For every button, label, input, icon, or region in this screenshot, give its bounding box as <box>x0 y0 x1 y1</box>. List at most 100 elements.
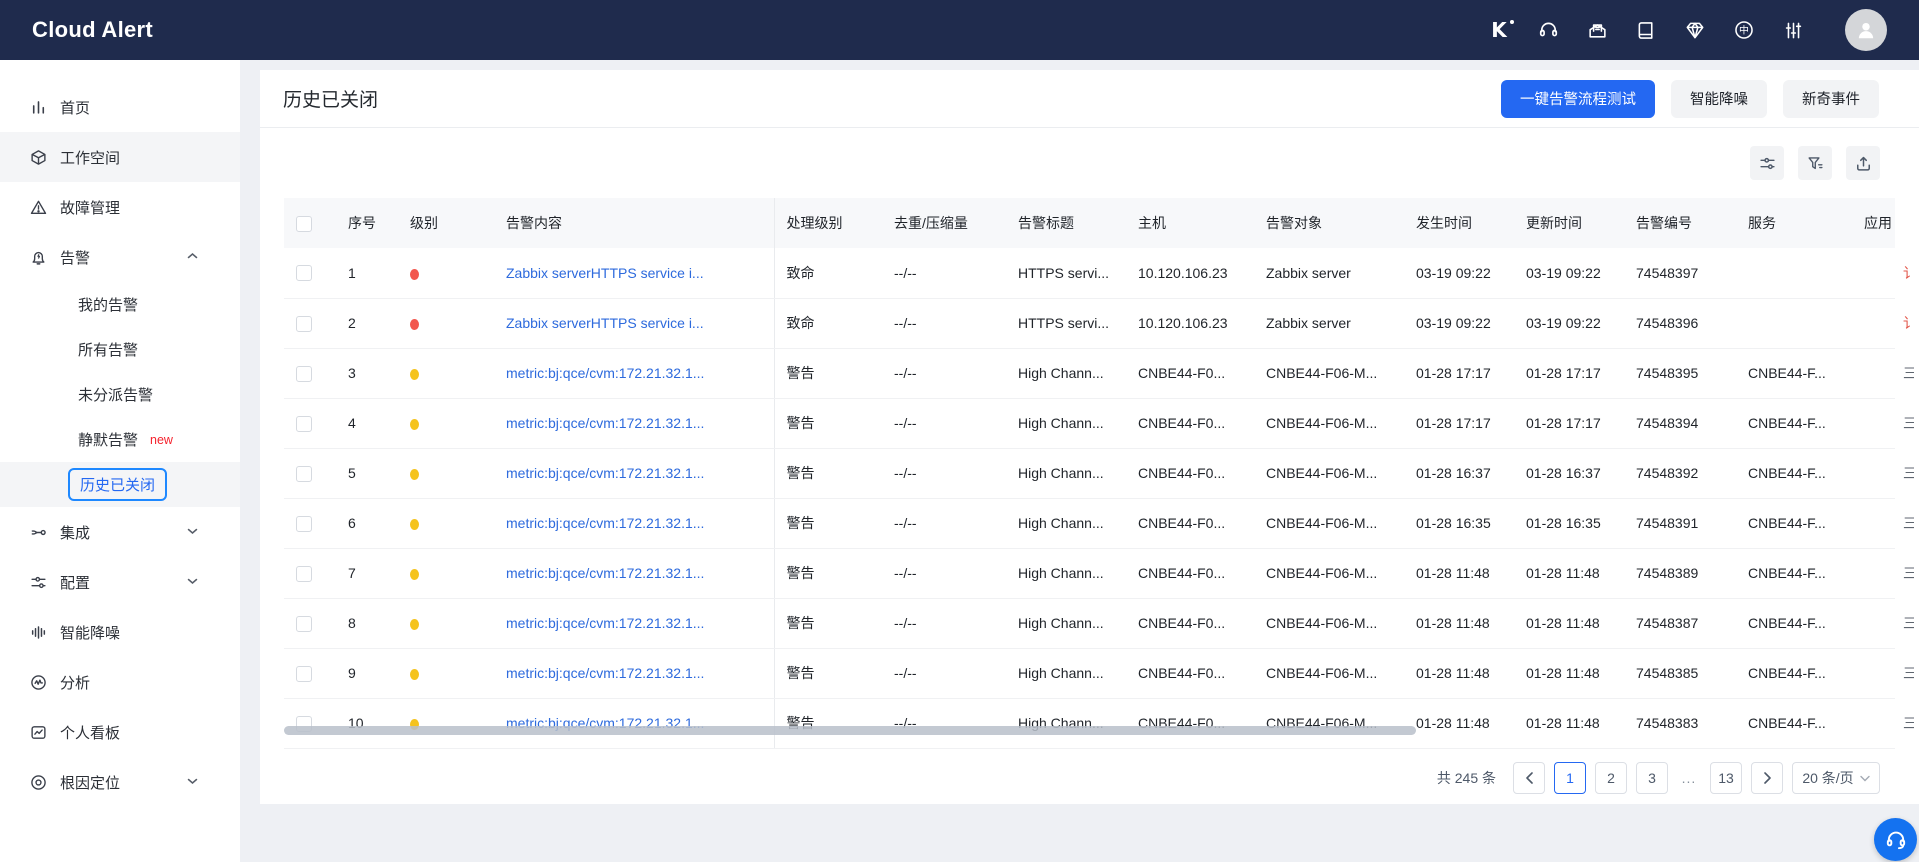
cell-target: CNBE44-F06-M... <box>1254 498 1404 548</box>
cell-updated-time: 03-19 09:22 <box>1514 298 1624 348</box>
column-settings-button[interactable] <box>1750 146 1784 180</box>
alert-content-link[interactable]: metric:bj:qce/cvm:172.21.32.1... <box>506 615 704 631</box>
sidebar-item-my-alerts[interactable]: 我的告警 <box>0 282 240 327</box>
select-all-checkbox[interactable] <box>296 216 312 232</box>
next-page-button[interactable] <box>1751 762 1783 794</box>
chat-support-button[interactable] <box>1874 818 1917 861</box>
alert-content-link[interactable]: metric:bj:qce/cvm:172.21.32.1... <box>506 365 704 381</box>
table-row[interactable]: 7 metric:bj:qce/cvm:172.21.32.1... 警告 --… <box>284 548 1895 598</box>
page-ellipsis[interactable]: ... <box>1677 770 1701 786</box>
filter-button[interactable] <box>1798 146 1832 180</box>
gem-icon[interactable] <box>1684 19 1706 41</box>
language-icon[interactable]: 中 <box>1733 19 1755 41</box>
sidebar-item-personal-dashboard[interactable]: 个人看板 <box>0 707 240 757</box>
k-logo-icon[interactable]: K <box>1488 19 1510 41</box>
sidebar-item-alerts[interactable]: 告警 <box>0 232 240 282</box>
cell-target: CNBE44-F06-M... <box>1254 648 1404 698</box>
sidebar-item-home[interactable]: 首页 <box>0 82 240 132</box>
page-size-select[interactable]: 20 条/页 <box>1792 762 1880 794</box>
cell-service: CNBE44-F... <box>1736 448 1852 498</box>
horizontal-scrollbar-thumb[interactable] <box>284 726 1416 735</box>
table-row[interactable]: 8 metric:bj:qce/cvm:172.21.32.1... 警告 --… <box>284 598 1895 648</box>
table-row[interactable]: 6 metric:bj:qce/cvm:172.21.32.1... 警告 --… <box>284 498 1895 548</box>
col-updated: 更新时间 <box>1514 198 1624 248</box>
sidebar-item-workspace[interactable]: 工作空间 <box>0 132 240 182</box>
export-button[interactable] <box>1846 146 1880 180</box>
cell-app <box>1852 348 1895 398</box>
table-row[interactable]: 5 metric:bj:qce/cvm:172.21.32.1... 警告 --… <box>284 448 1895 498</box>
col-dedup: 去重/压缩量 <box>882 198 1006 248</box>
row-checkbox[interactable] <box>296 416 312 432</box>
sidebar: 首页 工作空间 故障管理 告警 我的告警 所有告警 未分派告警 静默告警 new <box>0 60 240 862</box>
sidebar-item-noise-reduction[interactable]: 智能降噪 <box>0 607 240 657</box>
cell-service: CNBE44-F... <box>1736 648 1852 698</box>
sidebar-item-incident[interactable]: 故障管理 <box>0 182 240 232</box>
sidebar-item-config[interactable]: 配置 <box>0 557 240 607</box>
sidebar-item-analysis[interactable]: 分析 <box>0 657 240 707</box>
cell-host: CNBE44-F0... <box>1126 648 1254 698</box>
table-row[interactable]: 2 Zabbix serverHTTPS service i... 致命 --/… <box>284 298 1895 348</box>
row-checkbox[interactable] <box>296 316 312 332</box>
page-button-1[interactable]: 1 <box>1554 762 1586 794</box>
cell-level: 警告 <box>774 348 882 398</box>
cell-app <box>1852 548 1895 598</box>
table-row[interactable]: 3 metric:bj:qce/cvm:172.21.32.1... 警告 --… <box>284 348 1895 398</box>
row-checkbox[interactable] <box>296 566 312 582</box>
sidebar-item-all-alerts[interactable]: 所有告警 <box>0 327 240 372</box>
row-checkbox[interactable] <box>296 616 312 632</box>
chevron-down-icon <box>1860 775 1870 782</box>
alert-content-link[interactable]: metric:bj:qce/cvm:172.21.32.1... <box>506 665 704 681</box>
alert-content-link[interactable]: metric:bj:qce/cvm:172.21.32.1... <box>506 415 704 431</box>
settings-sliders-icon[interactable] <box>1782 19 1804 41</box>
row-checkbox[interactable] <box>296 466 312 482</box>
severity-dot <box>410 669 419 680</box>
page-button-13[interactable]: 13 <box>1710 762 1742 794</box>
prev-page-button[interactable] <box>1513 762 1545 794</box>
svg-text:中: 中 <box>1739 24 1749 37</box>
headset-icon[interactable] <box>1537 19 1559 41</box>
page-button-2[interactable]: 2 <box>1595 762 1627 794</box>
chevron-left-icon <box>1525 772 1534 784</box>
cell-app <box>1852 498 1895 548</box>
cell-alert-title: High Chann... <box>1006 648 1126 698</box>
docs-book-icon[interactable] <box>1635 19 1657 41</box>
cell-occurred-time: 01-28 16:35 <box>1404 498 1514 548</box>
fax-mail-icon[interactable] <box>1586 19 1608 41</box>
alert-content-link[interactable]: metric:bj:qce/cvm:172.21.32.1... <box>506 565 704 581</box>
table-row[interactable]: 9 metric:bj:qce/cvm:172.21.32.1... 警告 --… <box>284 648 1895 698</box>
cell-service: CNBE44-F... <box>1736 498 1852 548</box>
sidebar-item-muted-alerts[interactable]: 静默告警 new <box>0 417 240 462</box>
alert-content-link[interactable]: metric:bj:qce/cvm:172.21.32.1... <box>506 515 704 531</box>
avatar[interactable] <box>1845 9 1887 51</box>
sidebar-item-root-cause[interactable]: 根因定位 <box>0 757 240 807</box>
row-checkbox[interactable] <box>296 666 312 682</box>
sidebar-item-unassigned-alerts[interactable]: 未分派告警 <box>0 372 240 417</box>
page-button-3[interactable]: 3 <box>1636 762 1668 794</box>
table-row[interactable]: 10 metric:bj:qce/cvm:172.21.32.1... 警告 -… <box>284 698 1895 748</box>
cell-level: 警告 <box>774 598 882 648</box>
novel-events-button[interactable]: 新奇事件 <box>1783 80 1879 118</box>
cell-app <box>1852 298 1895 348</box>
table-row[interactable]: 1 Zabbix serverHTTPS service i... 致命 --/… <box>284 248 1895 298</box>
noise-reduction-button[interactable]: 智能降噪 <box>1671 80 1767 118</box>
row-checkbox[interactable] <box>296 265 312 281</box>
alert-flow-test-button[interactable]: 一键告警流程测试 <box>1501 80 1655 118</box>
alert-content-link[interactable]: metric:bj:qce/cvm:172.21.32.1... <box>506 465 704 481</box>
cell-index: 4 <box>336 398 398 448</box>
row-checkbox[interactable] <box>296 366 312 382</box>
alert-content-link[interactable]: Zabbix serverHTTPS service i... <box>506 265 704 281</box>
cell-alert-title: HTTPS servi... <box>1006 248 1126 298</box>
cell-target: Zabbix server <box>1254 248 1404 298</box>
headset-icon <box>1884 828 1908 852</box>
cell-alert-title: HTTPS servi... <box>1006 298 1126 348</box>
sidebar-item-history-closed[interactable]: 历史已关闭 <box>0 462 240 507</box>
row-checkbox[interactable] <box>296 516 312 532</box>
cell-updated-time: 01-28 11:48 <box>1514 648 1624 698</box>
sidebar-item-integrations[interactable]: 集成 <box>0 507 240 557</box>
table-row[interactable]: 4 metric:bj:qce/cvm:172.21.32.1... 警告 --… <box>284 398 1895 448</box>
alert-content-link[interactable]: Zabbix serverHTTPS service i... <box>506 315 704 331</box>
total-count: 共 245 条 <box>1437 768 1496 788</box>
cell-occurred-time: 01-28 17:17 <box>1404 398 1514 448</box>
cell-level: 致命 <box>774 248 882 298</box>
col-id: 告警编号 <box>1624 198 1736 248</box>
